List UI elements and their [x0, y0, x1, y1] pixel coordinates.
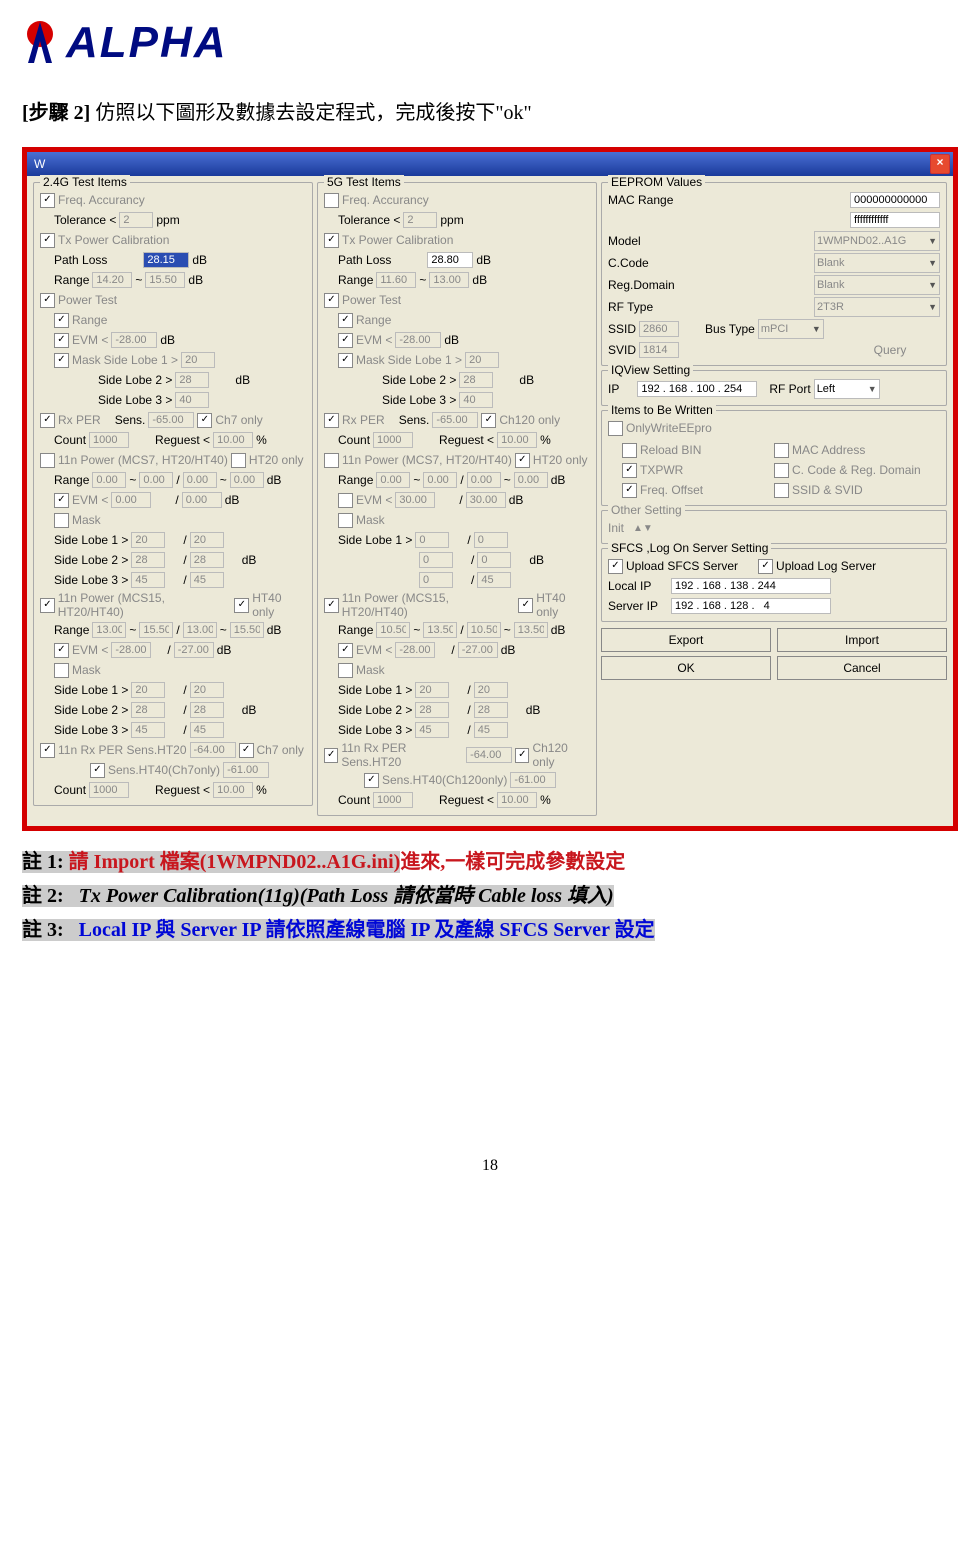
- step-instruction: [步驟 2] 仿照以下圖形及數據去設定程式，完成後按下"ok": [22, 96, 958, 125]
- group-items: Items to Be Written OnlyWriteEEpro Reloa…: [601, 410, 947, 506]
- rfport-select[interactable]: Left▼: [814, 379, 880, 399]
- group-title-eeprom: EEPROM Values: [608, 175, 705, 189]
- mac2-input[interactable]: [850, 212, 940, 228]
- window-title: W: [34, 157, 45, 171]
- group-title-24g: 2.4G Test Items: [40, 175, 130, 189]
- window-titlebar: W ×: [27, 152, 953, 176]
- cb-ptest-24[interactable]: [40, 293, 55, 308]
- group-5g: 5G Test Items Freq. Accurancy Tolerance …: [317, 182, 597, 816]
- group-eeprom: EEPROM Values MAC Range Model1WMPND02..A…: [601, 182, 947, 366]
- ccode-select[interactable]: Blank▼: [814, 253, 940, 273]
- bus-select[interactable]: mPCI▼: [758, 319, 824, 339]
- import-button[interactable]: Import: [777, 628, 947, 652]
- path24-input[interactable]: [143, 252, 189, 268]
- group-sfcs: SFCS ,Log On Server Setting Upload SFCS …: [601, 548, 947, 622]
- group-title-other: Other Setting: [608, 503, 685, 517]
- cb-freq-24[interactable]: [40, 193, 55, 208]
- ip-input[interactable]: [637, 381, 757, 397]
- logo: ALPHA: [22, 18, 958, 68]
- rf-select[interactable]: 2T3R▼: [814, 297, 940, 317]
- path5-input[interactable]: [427, 252, 473, 268]
- page-number: 18: [22, 1157, 958, 1175]
- cb-upload-sfcs[interactable]: [608, 559, 623, 574]
- group-other: Other Setting Init▲▼: [601, 510, 947, 544]
- group-title-5g: 5G Test Items: [324, 175, 404, 189]
- notes: 註 1: 請 Import 檔案(1WMPND02..A1G.ini)進來,一樣…: [22, 845, 958, 947]
- tol24-input[interactable]: [119, 212, 153, 228]
- model-select[interactable]: 1WMPND02..A1G▼: [814, 231, 940, 251]
- close-icon[interactable]: ×: [930, 154, 950, 174]
- export-button[interactable]: Export: [601, 628, 771, 652]
- query-button[interactable]: Query: [840, 343, 940, 357]
- reg-select[interactable]: Blank▼: [814, 275, 940, 295]
- group-title-iq: IQView Setting: [608, 363, 693, 377]
- cb-freq-5[interactable]: [324, 193, 339, 208]
- localip-input[interactable]: [671, 578, 831, 594]
- cb-txcal-24[interactable]: [40, 233, 55, 248]
- serverip-input[interactable]: [671, 598, 831, 614]
- group-iqview: IQView Setting IPRF PortLeft▼: [601, 370, 947, 406]
- group-title-sfcs: SFCS ,Log On Server Setting: [608, 541, 771, 555]
- ok-button[interactable]: OK: [601, 656, 771, 680]
- logo-icon: [22, 21, 58, 65]
- cb-upload-log[interactable]: [758, 559, 773, 574]
- group-24g: 2.4G Test Items Freq. Accurancy Toleranc…: [33, 182, 313, 806]
- screenshot-frame: W × 2.4G Test Items Freq. Accurancy Tole…: [22, 147, 958, 831]
- group-title-items: Items to Be Written: [608, 403, 716, 417]
- cancel-button[interactable]: Cancel: [777, 656, 947, 680]
- mac1-input[interactable]: [850, 192, 940, 208]
- logo-text: ALPHA: [66, 18, 228, 68]
